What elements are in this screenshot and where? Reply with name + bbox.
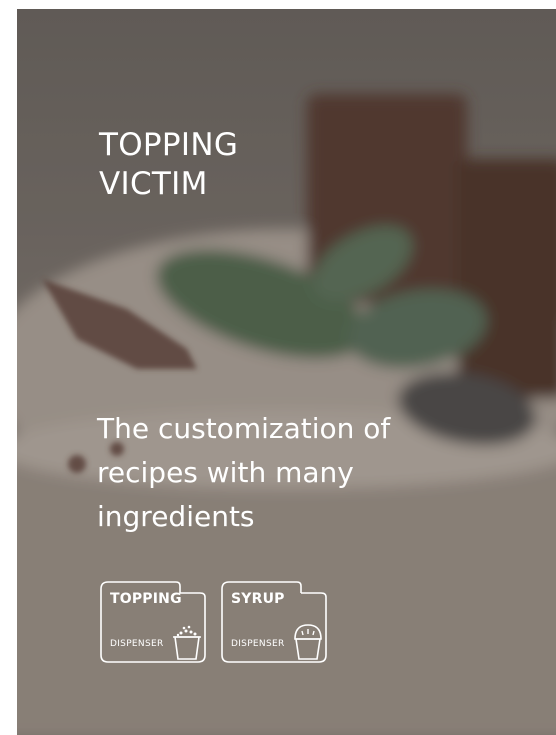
- badge-subtitle: DISPENSER: [231, 639, 285, 649]
- badge-title: SYRUP: [231, 591, 285, 607]
- badge-title: TOPPING: [110, 591, 182, 607]
- description-line: recipes with many: [97, 456, 354, 489]
- page-title: TOPPING VICTIM: [99, 126, 238, 204]
- title-line: VICTIM: [99, 165, 208, 202]
- description-line: The customization of: [97, 412, 391, 445]
- syrup-cup-icon: [294, 624, 322, 660]
- topping-cup-icon: [173, 625, 201, 660]
- hero-description: The customization of recipes with many i…: [97, 407, 457, 539]
- description-line: ingredients: [97, 500, 255, 533]
- topping-dispenser-badge: TOPPING DISPENSER: [100, 581, 206, 663]
- badge-subtitle: DISPENSER: [110, 639, 164, 649]
- hero-card: TOPPING VICTIM The customization of reci…: [17, 9, 556, 735]
- syrup-dispenser-badge: SYRUP DISPENSER: [221, 581, 327, 663]
- title-line: TOPPING: [99, 126, 239, 163]
